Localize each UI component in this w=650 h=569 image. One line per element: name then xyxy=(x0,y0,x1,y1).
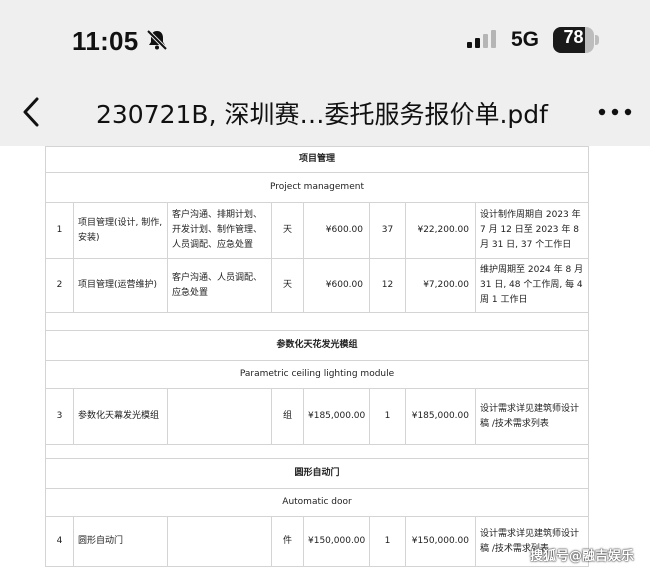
cell-no: 2 xyxy=(45,258,74,313)
cell-no: 3 xyxy=(45,388,74,445)
section-header-row: 圆形自动门 xyxy=(44,458,590,489)
cell-unit: 组 xyxy=(271,388,304,445)
cell-unit: 天 xyxy=(271,258,304,313)
section-subheader-row: Automatic door xyxy=(44,488,590,517)
status-time: 11:05 xyxy=(72,26,139,56)
section-title-cn: 项目管理 xyxy=(44,146,590,173)
cell-qty: 12 xyxy=(369,258,406,313)
cell-price: ¥600.00 xyxy=(303,258,370,313)
spacer-row xyxy=(44,312,590,331)
cell-name: 项目管理(设计, 制作, 安装) xyxy=(73,202,168,259)
document-title: 230721B, 深圳赛…委托服务报价单.pdf xyxy=(96,100,548,129)
cell-total: ¥150,000.00 xyxy=(405,516,476,567)
cell-total: ¥185,000.00 xyxy=(405,388,476,445)
cell-unit: 天 xyxy=(271,202,304,259)
quotation-table: 项目管理 Project management 1 项目管理(设计, 制作, 安… xyxy=(44,146,590,567)
cell-content xyxy=(167,516,272,567)
top-bar: 11:05 5G 78 230721B, 深圳赛…委托服务报价单.pdf xyxy=(0,0,650,146)
cell-no: 1 xyxy=(45,202,74,259)
table-row: 2 项目管理(运营维护) 客户沟通、人员调配、应急处置 天 ¥600.00 12… xyxy=(45,258,590,313)
cell-content: 客户沟通、人员调配、应急处置 xyxy=(167,258,272,313)
cell-total: ¥7,200.00 xyxy=(405,258,476,313)
watermark: 搜狐号@融吉娱乐 xyxy=(530,549,635,564)
cell-note: 维护周期至 2024 年 8 月 31 日, 48 个工作周, 每 4 周 1 … xyxy=(474,258,590,313)
cell-name: 参数化天幕发光模组 xyxy=(73,388,168,445)
cell-price: ¥600.00 xyxy=(303,202,370,259)
cell-note: 设计制作周期自 2023 年 7 月 12 日至 2023 年 8 月 31 日… xyxy=(474,202,590,259)
network-type: 5G xyxy=(511,28,540,51)
cellular-signal-icon xyxy=(467,30,496,48)
cell-qty: 1 xyxy=(369,388,406,445)
section-title-en: Parametric ceiling lighting module xyxy=(44,360,590,389)
cell-price: ¥150,000.00 xyxy=(303,516,370,567)
section-header-row: 参数化天花发光模组 xyxy=(44,330,590,361)
section-subheader-row: Parametric ceiling lighting module xyxy=(44,360,590,389)
bell-slash-icon xyxy=(146,29,168,51)
section-subheader-row: Project management xyxy=(44,172,590,203)
table-row: 1 项目管理(设计, 制作, 安装) 客户沟通、排期计划、开发计划、制作管理、人… xyxy=(45,202,590,259)
cell-content xyxy=(167,388,272,445)
battery-indicator: 78 xyxy=(553,27,599,53)
section-title-en: Automatic door xyxy=(44,488,590,517)
table-row: 4 圆形自动门 件 ¥150,000.00 1 ¥150,000.00 设计需求… xyxy=(45,516,590,567)
cell-content: 客户沟通、排期计划、开发计划、制作管理、人员调配、应急处置 xyxy=(167,202,272,259)
section-title-cn: 参数化天花发光模组 xyxy=(44,330,590,361)
section-title-cn: 圆形自动门 xyxy=(44,458,590,489)
cell-qty: 37 xyxy=(369,202,406,259)
battery-tip xyxy=(595,35,599,45)
cell-price: ¥185,000.00 xyxy=(303,388,370,445)
chevron-left-icon[interactable] xyxy=(18,95,44,129)
cell-name: 项目管理(运营维护) xyxy=(73,258,168,313)
cell-no: 4 xyxy=(45,516,74,567)
section-title-en: Project management xyxy=(44,172,590,203)
cell-note: 设计需求详见建筑师设计稿 /技术需求列表 xyxy=(474,388,590,445)
cell-unit: 件 xyxy=(271,516,304,567)
cell-qty: 1 xyxy=(369,516,406,567)
battery-percent: 78 xyxy=(563,27,584,47)
table-row: 3 参数化天幕发光模组 组 ¥185,000.00 1 ¥185,000.00 … xyxy=(45,388,590,445)
pdf-page[interactable]: 项目管理 Project management 1 项目管理(设计, 制作, 安… xyxy=(0,146,650,569)
cell-name: 圆形自动门 xyxy=(73,516,168,567)
cell-total: ¥22,200.00 xyxy=(405,202,476,259)
ellipsis-icon[interactable] xyxy=(597,104,633,120)
section-header-row: 项目管理 xyxy=(44,146,590,173)
spacer-row xyxy=(44,444,590,459)
